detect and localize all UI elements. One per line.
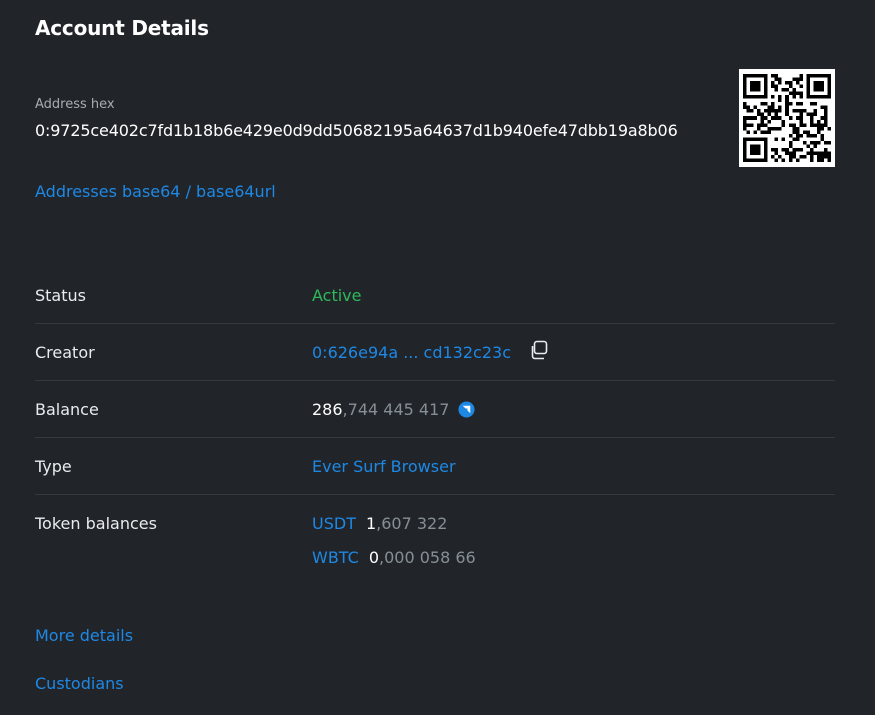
qr-code-icon xyxy=(743,74,831,162)
type-row: Type Ever Surf Browser xyxy=(35,438,835,495)
token-amount-main: 1 xyxy=(365,514,377,533)
copy-icon[interactable] xyxy=(528,339,550,361)
balance-main: 286 xyxy=(312,400,343,419)
token-balances-label: Token balances xyxy=(35,514,157,533)
status-value: Active xyxy=(312,286,362,305)
address-qr-code xyxy=(739,69,835,167)
more-details-link[interactable]: More details xyxy=(35,626,133,645)
token-balances-row: Token balances USDT 1,607 322 WBTC 0,000 0… xyxy=(35,495,835,585)
token-item: USDT 1,607 322 xyxy=(312,514,447,533)
creator-row: Creator 0:626e94a ... cd132c23c xyxy=(35,324,835,381)
balance-fraction: ,744 445 417 xyxy=(342,400,450,419)
page-title: Account Details xyxy=(35,16,209,40)
address-hex-label: Address hex xyxy=(35,97,115,112)
token-amount-fraction: ,607 322 xyxy=(376,514,448,533)
custodians-link[interactable]: Custodians xyxy=(35,674,124,693)
balance-value: 286,744 445 417 xyxy=(312,400,475,419)
token-item: WBTC 0,000 058 66 xyxy=(312,548,476,567)
creator-address-link[interactable]: 0:626e94a ... cd132c23c xyxy=(312,343,511,362)
type-value-link[interactable]: Ever Surf Browser xyxy=(312,457,456,476)
token-amount-fraction: ,000 058 66 xyxy=(379,548,476,567)
account-details-page: Account Details Address hex 0:9725ce402c… xyxy=(0,0,875,715)
ever-coin-icon xyxy=(457,401,475,418)
creator-label: Creator xyxy=(35,343,95,362)
status-label: Status xyxy=(35,286,86,305)
token-symbol-link[interactable]: USDT xyxy=(312,514,356,533)
token-amount-main: 0 xyxy=(368,548,379,567)
balance-label: Balance xyxy=(35,400,99,419)
address-hex-value[interactable]: 0:9725ce402c7fd1b18b6e429e0d9dd50682195a… xyxy=(35,121,678,140)
token-symbol-link[interactable]: WBTC xyxy=(312,548,359,567)
balance-row: Balance 286,744 445 417 xyxy=(35,381,835,438)
addresses-base64-link[interactable]: Addresses base64 / base64url xyxy=(35,182,276,201)
status-row: Status Active xyxy=(35,267,835,324)
details-table: Status Active Creator 0:626e94a ... cd13… xyxy=(35,267,835,585)
type-label: Type xyxy=(35,457,72,476)
